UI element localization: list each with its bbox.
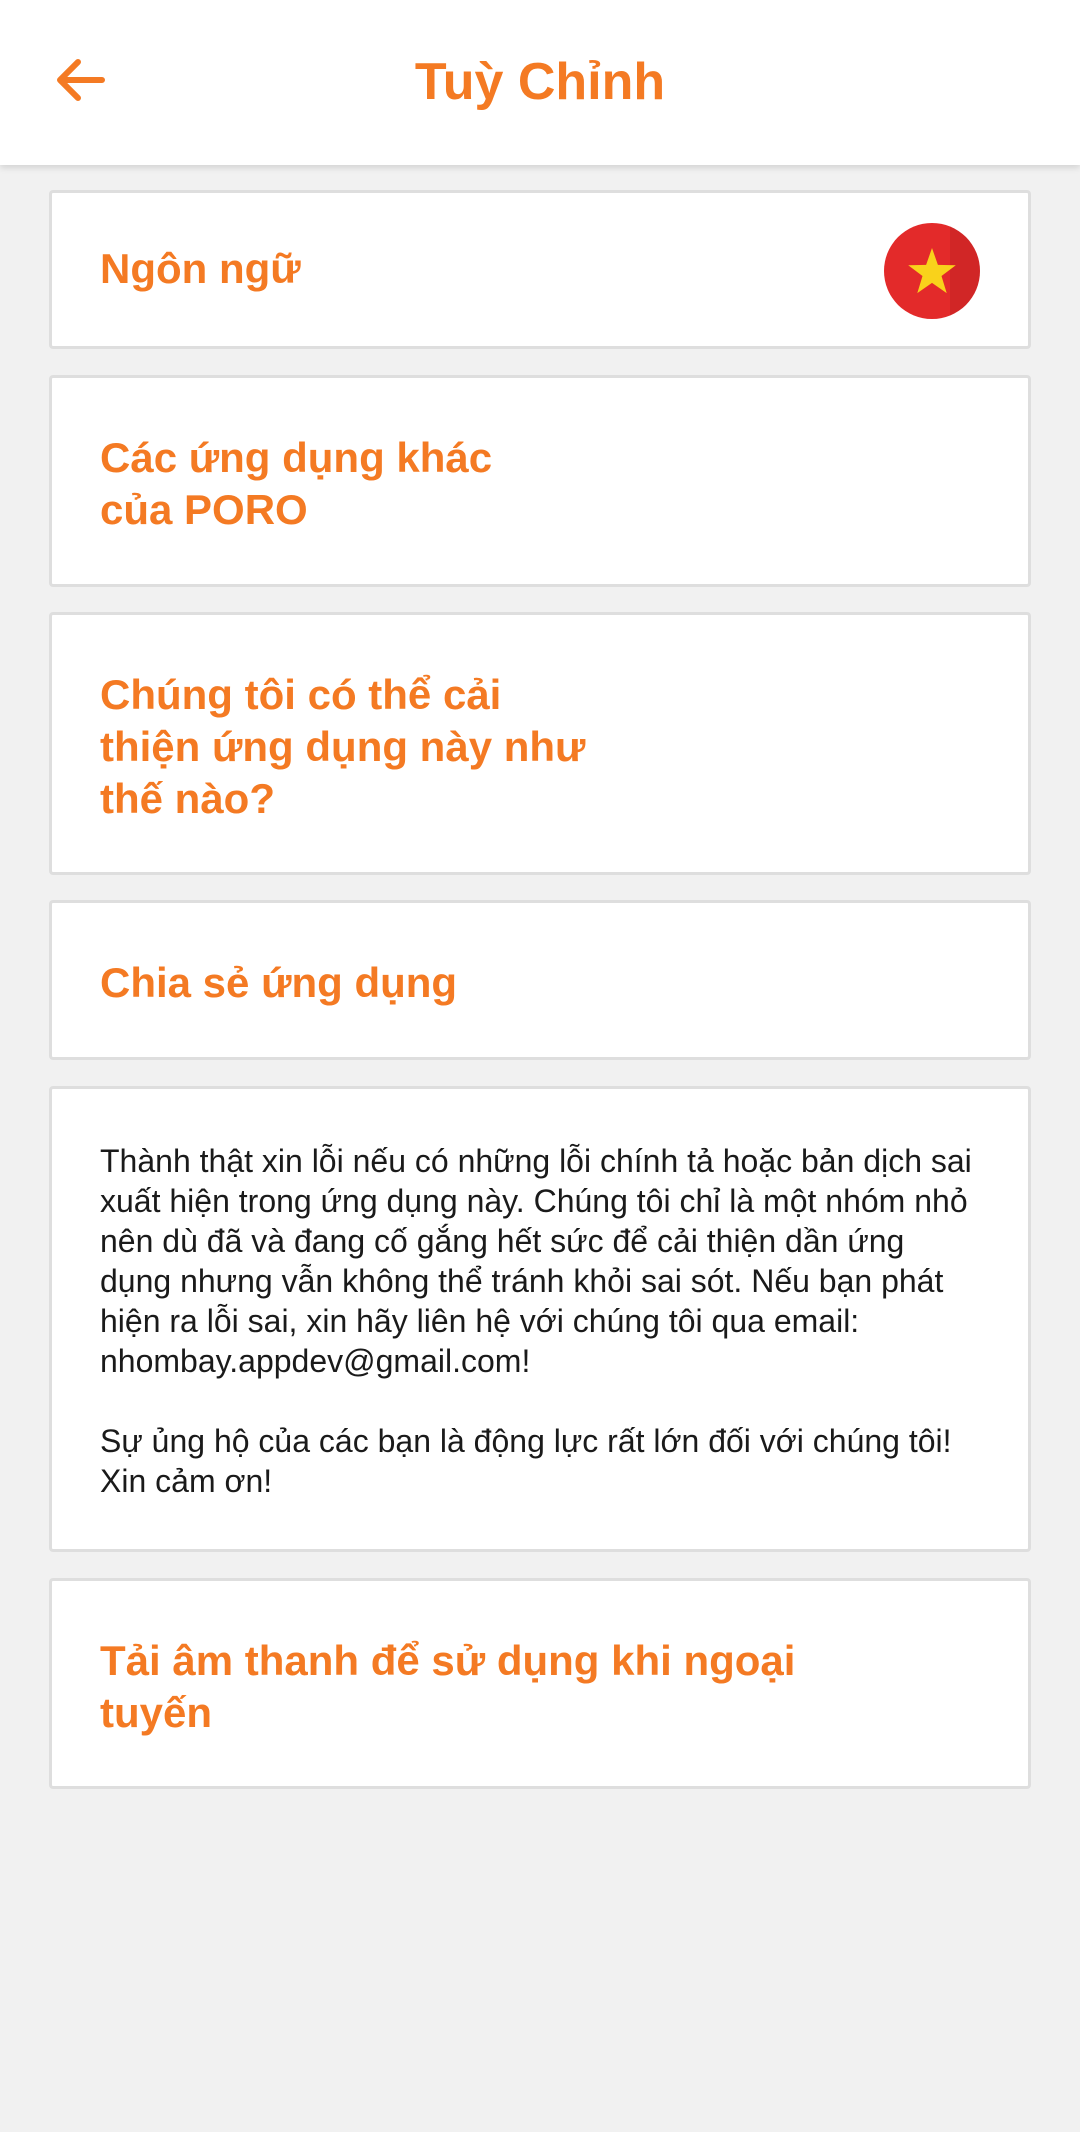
language-label: Ngôn ngữ — [100, 245, 301, 292]
share-label: Chia sẻ ứng dụng — [100, 959, 458, 1006]
notice-text: Thành thật xin lỗi nếu có những lỗi chín… — [100, 1141, 984, 1541]
notice-paragraph-1: Thành thật xin lỗi nếu có những lỗi chín… — [100, 1143, 972, 1379]
share-app-setting[interactable]: Chia sẻ ứng dụng — [49, 900, 1031, 1060]
back-button[interactable] — [40, 40, 120, 120]
arrow-left-icon — [57, 59, 105, 101]
language-setting[interactable]: Ngôn ngữ — [49, 190, 1031, 349]
other-apps-label: Các ứng dụng khác của PORO — [100, 434, 493, 533]
offline-audio-label: Tải âm thanh để sử dụng khi ngoại tuyến — [100, 1637, 796, 1736]
page-title: Tuỳ Chỉnh — [414, 53, 666, 111]
vietnam-flag-icon[interactable] — [884, 223, 980, 319]
notice-paragraph-2: Sự ủng hộ của các bạn là động lực rất lớ… — [100, 1423, 952, 1499]
improve-label: Chúng tôi có thể cải thiện ứng dụng này … — [100, 671, 586, 822]
improve-app-setting[interactable]: Chúng tôi có thể cải thiện ứng dụng này … — [49, 612, 1031, 875]
app-bar: Tuỳ Chỉnh — [0, 0, 1080, 165]
flag-star-icon — [908, 248, 956, 294]
offline-audio-setting[interactable]: Tải âm thanh để sử dụng khi ngoại tuyến — [49, 1578, 1031, 1789]
other-apps-setting[interactable]: Các ứng dụng khác của PORO — [49, 375, 1031, 587]
notice-card: Thành thật xin lỗi nếu có những lỗi chín… — [49, 1086, 1031, 1552]
